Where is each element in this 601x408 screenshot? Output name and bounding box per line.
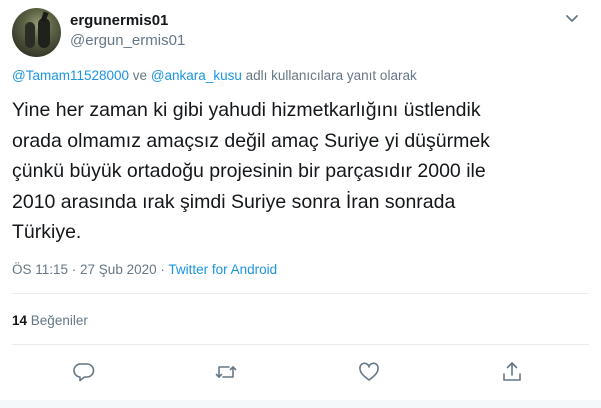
likes-summary[interactable]: 14 Beğeniler	[12, 313, 88, 328]
tweet-text-line: çünkü büyük ortadoğu projesinin bir parç…	[12, 160, 486, 182]
chevron-down-icon[interactable]	[562, 8, 582, 28]
tweet-text-line: Yine her zaman ki gibi yahudi hizmetkarl…	[12, 99, 481, 121]
reply-user-link[interactable]: @Tamam11528000	[12, 68, 129, 83]
divider	[12, 293, 589, 294]
user-handle[interactable]: @ergun_ermis01	[70, 32, 185, 49]
action-bar	[0, 360, 601, 384]
reply-context: @Tamam11528000 ve @ankara_kusu adlı kull…	[12, 68, 417, 83]
bottom-border	[0, 400, 601, 408]
heart-icon[interactable]	[357, 360, 381, 384]
source-link[interactable]: Twitter for Android	[168, 262, 277, 277]
likes-label: Beğeniler	[30, 313, 88, 328]
divider	[12, 344, 589, 345]
tweet-card: ergunermis01 @ergun_ermis01 @Tamam115280…	[0, 0, 601, 408]
timestamp[interactable]: ÖS 11:15 · 27 Şub 2020	[12, 262, 157, 277]
display-name[interactable]: ergunermis01	[70, 12, 168, 29]
tweet-text-line: Türkiye.	[12, 221, 82, 243]
tweet-text-line: 2010 arasında ırak şimdi Suriye sonra İr…	[12, 190, 456, 213]
share-icon[interactable]	[500, 360, 524, 384]
tweet-text: Yine her zaman ki gibi yahudi hizmetkarl…	[12, 95, 597, 248]
meta-separator: ·	[156, 262, 169, 277]
retweet-icon[interactable]	[214, 360, 238, 384]
tweet-meta: ÖS 11:15 · 27 Şub 2020 · Twitter for And…	[12, 262, 277, 277]
reply-suffix: adlı kullanıcılara yanıt olarak	[245, 68, 417, 83]
tweet-text-line: orada olmamız amaçsız değil amaç Suriye …	[12, 129, 490, 152]
reply-user-link[interactable]: @ankara_kusu	[151, 68, 242, 83]
likes-count: 14	[12, 313, 28, 328]
reply-icon[interactable]	[72, 360, 96, 384]
reply-connector: ve	[132, 68, 148, 83]
avatar[interactable]	[12, 8, 61, 57]
